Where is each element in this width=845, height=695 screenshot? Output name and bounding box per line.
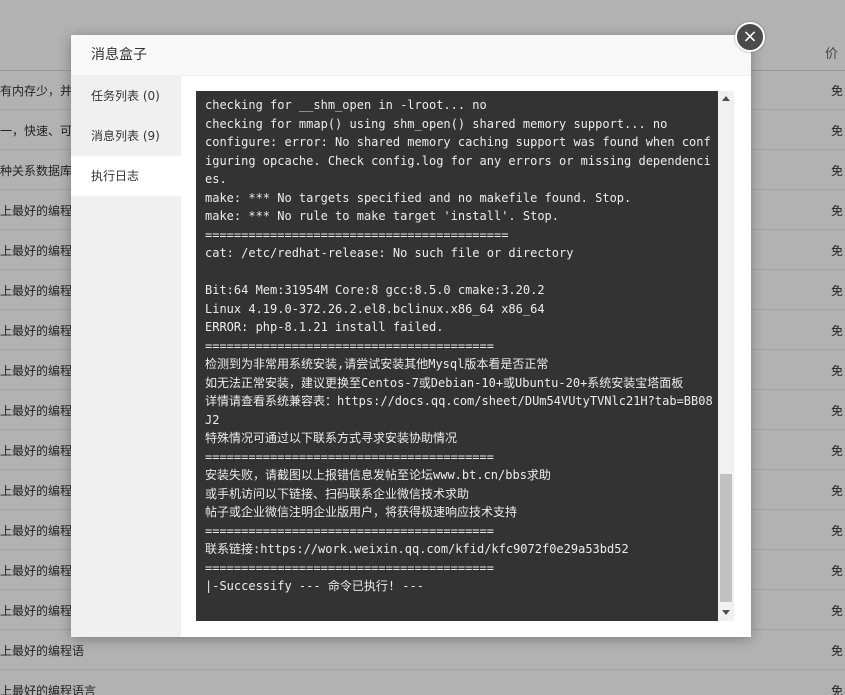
close-icon[interactable]: × — [735, 22, 765, 52]
dialog-title: 消息盒子 — [71, 35, 751, 76]
execution-log-console[interactable]: checking for __shm_open in -lroot... no … — [196, 91, 734, 621]
scrollbar-thumb[interactable] — [720, 474, 732, 602]
tab-task-list[interactable]: 任务列表 (0) — [71, 76, 181, 116]
tab-message-list[interactable]: 消息列表 (9) — [71, 116, 181, 156]
tab-execution-log[interactable]: 执行日志 — [71, 156, 181, 196]
dialog-sidebar: 任务列表 (0) 消息列表 (9) 执行日志 — [71, 76, 181, 637]
scroll-up-arrow-icon[interactable] — [722, 96, 730, 101]
log-output: checking for __shm_open in -lroot... no … — [205, 98, 713, 593]
scroll-down-arrow-icon[interactable] — [722, 610, 730, 615]
log-scrollbar[interactable] — [718, 91, 734, 621]
message-box-dialog: 消息盒子 任务列表 (0) 消息列表 (9) 执行日志 checking for… — [71, 35, 751, 637]
